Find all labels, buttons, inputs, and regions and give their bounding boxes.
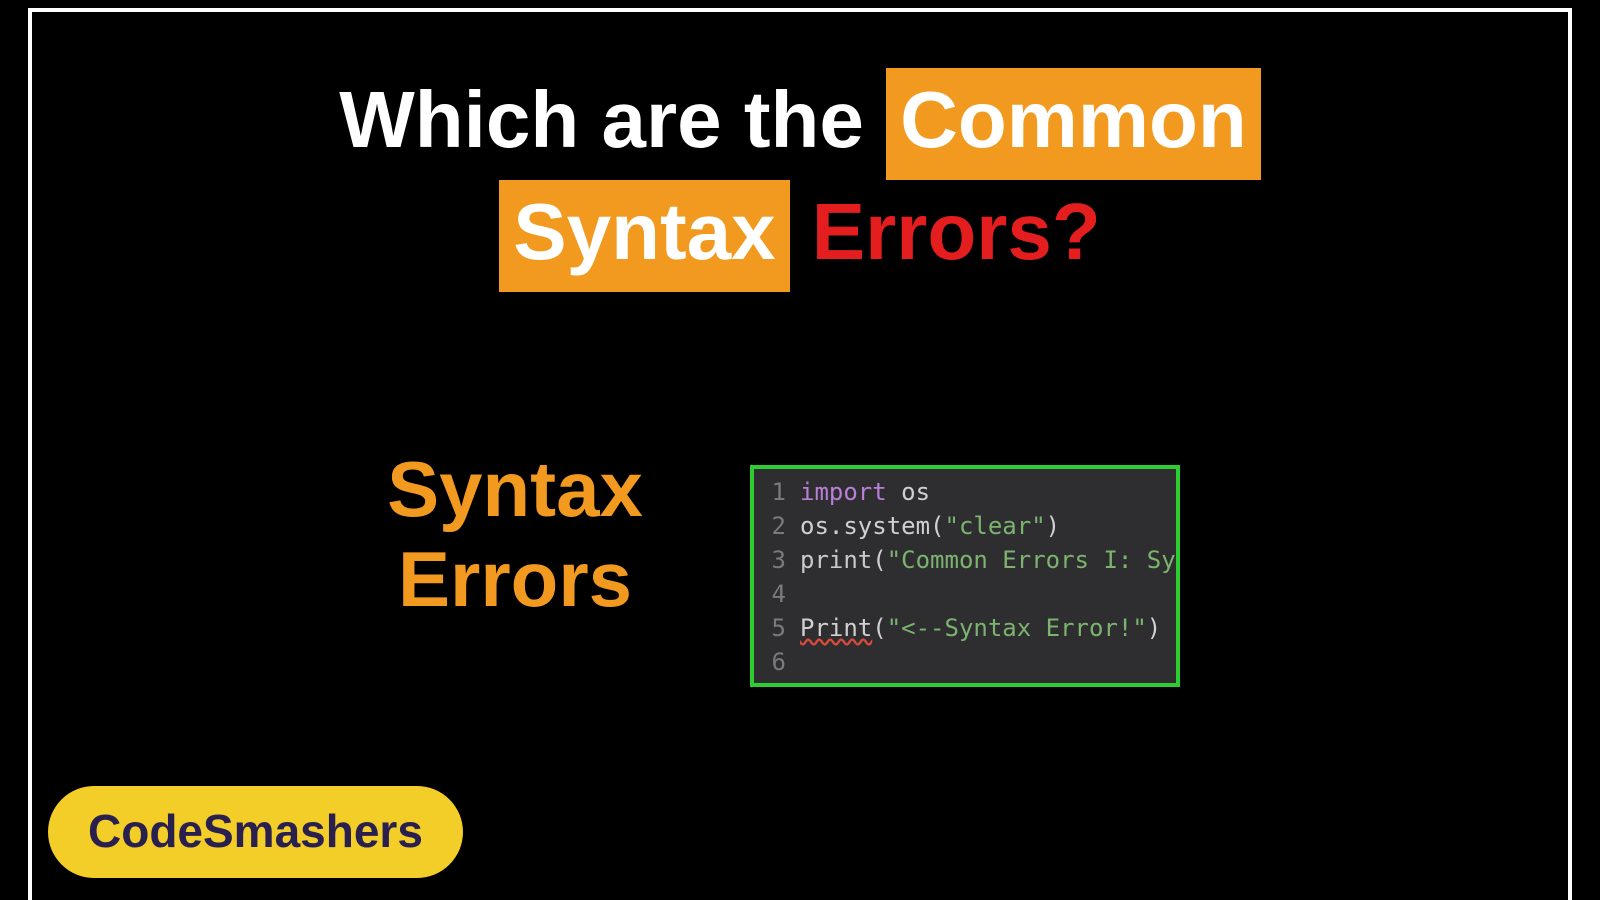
code-line: 4 (754, 577, 1176, 611)
code-content (800, 577, 1176, 611)
line-number: 4 (754, 577, 800, 611)
code-line: 3print("Common Errors I: Sy (754, 543, 1176, 577)
subtitle-syntax-errors: Syntax Errors (335, 445, 695, 624)
line-number: 5 (754, 611, 800, 645)
line-number: 3 (754, 543, 800, 577)
code-content: Print("<--Syntax Error!") (800, 611, 1176, 645)
code-snippet: 1import os2os.system("clear")3print("Com… (750, 465, 1180, 687)
line-number: 1 (754, 475, 800, 509)
line-number: 6 (754, 645, 800, 679)
title-highlight-common: Common (886, 68, 1261, 180)
code-content (800, 645, 1176, 679)
code-line: 6 (754, 645, 1176, 679)
brand-badge: CodeSmashers (48, 786, 463, 878)
slide-title: Which are the Common Syntax Errors? (0, 68, 1600, 292)
title-part1: Which are the (339, 75, 886, 164)
title-highlight-syntax: Syntax (499, 180, 789, 292)
code-line: 1import os (754, 475, 1176, 509)
code-content: print("Common Errors I: Sy (800, 543, 1176, 577)
subtitle-line2: Errors (335, 535, 695, 625)
code-content: import os (800, 475, 1176, 509)
line-number: 2 (754, 509, 800, 543)
code-content: os.system("clear") (800, 509, 1176, 543)
code-line: 2os.system("clear") (754, 509, 1176, 543)
code-line: 5Print("<--Syntax Error!") (754, 611, 1176, 645)
title-errors: Errors? (790, 187, 1101, 276)
subtitle-line1: Syntax (335, 445, 695, 535)
